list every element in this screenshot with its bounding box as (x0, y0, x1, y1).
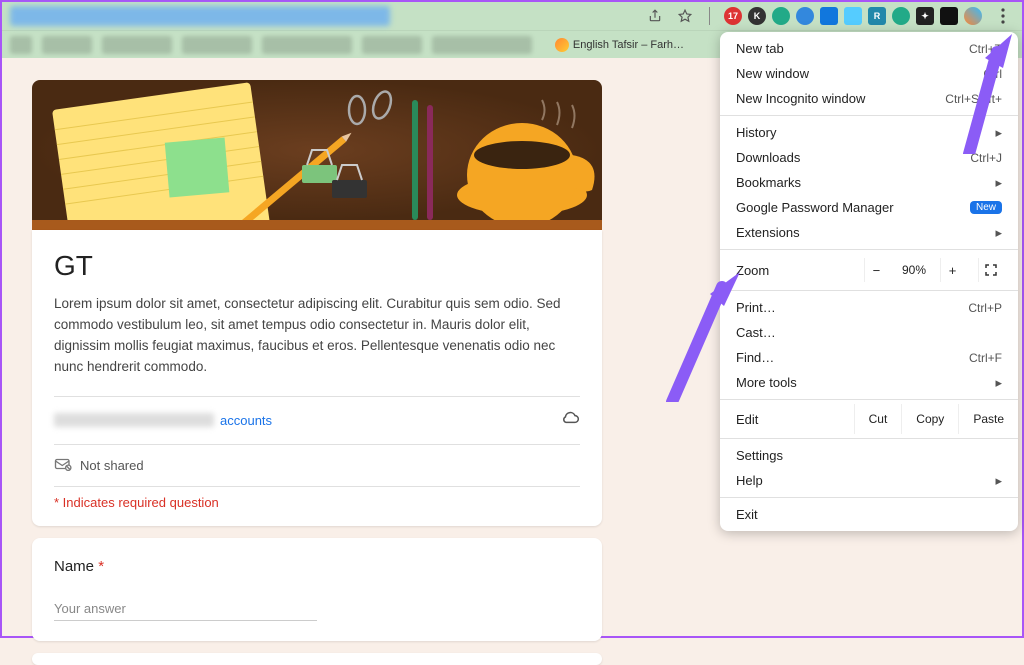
question-card: Name * (32, 538, 602, 641)
fullscreen-button[interactable] (978, 258, 1002, 282)
paste-button[interactable]: Paste (958, 404, 1018, 434)
menu-print[interactable]: Print…Ctrl+P (720, 295, 1018, 320)
extension-icon[interactable] (796, 7, 814, 25)
menu-find[interactable]: Find…Ctrl+F (720, 345, 1018, 370)
menu-settings[interactable]: Settings (720, 443, 1018, 468)
required-notice: * Indicates required question (54, 486, 580, 510)
account-email-redacted (54, 413, 214, 427)
zoom-out-button[interactable]: − (864, 258, 888, 282)
shared-row: Not shared (54, 445, 580, 486)
extension-icon[interactable] (940, 7, 958, 25)
chevron-right-icon: ▸ (995, 125, 1002, 141)
extension-icon[interactable] (820, 7, 838, 25)
favicon (555, 38, 569, 52)
form-container: GT Lorem ipsum dolor sit amet, consectet… (32, 80, 602, 665)
chevron-right-icon: ▸ (995, 175, 1002, 191)
menu-edit-row: Edit Cut Copy Paste (720, 404, 1018, 434)
menu-new-tab[interactable]: New tabCtrl+T (720, 36, 1018, 61)
form-description: Lorem ipsum dolor sit amet, consectetur … (54, 294, 580, 378)
menu-button[interactable] (992, 5, 1014, 27)
extension-icon[interactable]: K (748, 7, 766, 25)
extension-icon[interactable] (772, 7, 790, 25)
profile-avatar[interactable] (964, 7, 982, 25)
extension-icon[interactable]: 17 (724, 7, 742, 25)
share-icon[interactable] (645, 6, 665, 26)
form-header-card: GT Lorem ipsum dolor sit amet, consectet… (32, 230, 602, 526)
extension-icon[interactable] (844, 7, 862, 25)
cut-button[interactable]: Cut (854, 404, 902, 434)
chevron-right-icon: ▸ (995, 375, 1002, 391)
cloud-icon (560, 409, 580, 432)
extension-icon[interactable] (892, 7, 910, 25)
puzzle-icon[interactable]: ✦ (916, 7, 934, 25)
answer-input[interactable] (54, 597, 317, 621)
bookmark-item[interactable] (362, 36, 422, 54)
switch-accounts-link[interactable]: accounts (220, 413, 272, 428)
shared-icon (54, 457, 72, 474)
menu-zoom-row: Zoom − 90% + (720, 254, 1018, 286)
next-card-peek (32, 653, 602, 665)
bookmark-item[interactable] (102, 36, 172, 54)
form-title: GT (54, 250, 580, 282)
chevron-right-icon: ▸ (995, 225, 1002, 241)
address-bar[interactable] (10, 6, 390, 26)
star-icon[interactable] (675, 6, 695, 26)
bookmark-item[interactable] (10, 36, 32, 54)
menu-extensions[interactable]: Extensions▸ (720, 220, 1018, 245)
menu-help[interactable]: Help▸ (720, 468, 1018, 493)
menu-exit[interactable]: Exit (720, 502, 1018, 527)
zoom-in-button[interactable]: + (940, 258, 964, 282)
bookmark-item[interactable] (42, 36, 92, 54)
copy-button[interactable]: Copy (901, 404, 958, 434)
bookmark-item[interactable] (432, 36, 532, 54)
account-row: accounts (54, 396, 580, 445)
required-star: * (98, 558, 104, 575)
bookmark-item[interactable] (262, 36, 352, 54)
bookmark-item[interactable] (182, 36, 252, 54)
tab-label[interactable]: English Tafsir – Farh… (555, 38, 684, 52)
zoom-value: 90% (896, 263, 932, 277)
accent-bar (32, 220, 602, 230)
extensions-row: 17 K R ✦ (724, 7, 982, 25)
menu-history[interactable]: History▸ (720, 120, 1018, 145)
browser-toolbar: 17 K R ✦ (2, 2, 1022, 30)
form-banner (32, 80, 602, 220)
menu-more-tools[interactable]: More tools▸ (720, 370, 1018, 395)
menu-cast[interactable]: Cast… (720, 320, 1018, 345)
menu-bookmarks[interactable]: Bookmarks▸ (720, 170, 1018, 195)
chrome-menu: New tabCtrl+T New windowCtrl New Incogni… (720, 32, 1018, 531)
menu-new-window[interactable]: New windowCtrl (720, 61, 1018, 86)
extension-icon[interactable]: R (868, 7, 886, 25)
chevron-right-icon: ▸ (995, 473, 1002, 489)
menu-incognito[interactable]: New Incognito windowCtrl+Shift+ (720, 86, 1018, 111)
menu-password-manager[interactable]: Google Password ManagerNew (720, 195, 1018, 220)
menu-downloads[interactable]: DownloadsCtrl+J (720, 145, 1018, 170)
question-label: Name * (54, 558, 580, 575)
